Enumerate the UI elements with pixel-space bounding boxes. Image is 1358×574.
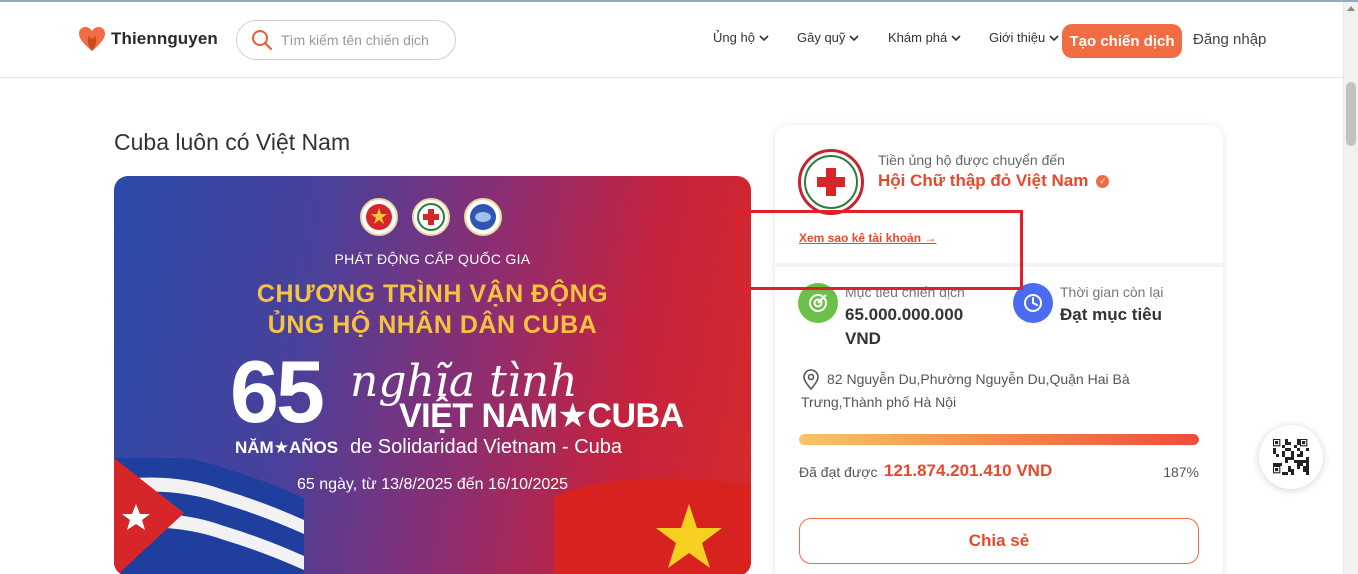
nav-gay-quy[interactable]: Gây quỹ	[797, 30, 859, 45]
raised-value: 121.874.201.410 VND	[884, 461, 1053, 480]
org-name: Hội Chữ thập đỏ Việt Nam	[878, 171, 1089, 190]
org-name-link[interactable]: Hội Chữ thập đỏ Việt Nam ✓	[878, 171, 1110, 191]
chevron-down-icon	[759, 34, 769, 41]
donation-card: Tiền ủng hộ được chuyển đến Hội Chữ thập…	[775, 125, 1223, 574]
heart-logo-icon	[79, 27, 105, 51]
transfer-label: Tiền ủng hộ được chuyển đến	[878, 152, 1065, 168]
chevron-down-icon	[951, 34, 961, 41]
progress-fill	[799, 434, 1199, 445]
nav-kham-pha[interactable]: Khám phá	[888, 30, 961, 45]
nav-gioi-thieu[interactable]: Giới thiệu	[989, 30, 1059, 45]
campaign-title: Cuba luôn có Việt Nam	[114, 129, 351, 155]
nav-gay-quy-label: Gây quỹ	[797, 30, 846, 45]
red-cross-emblem-icon	[412, 198, 450, 236]
create-campaign-button[interactable]: Tạo chiến dịch	[1062, 24, 1182, 58]
banner-kicker: PHÁT ĐỘNG CẤP QUỐC GIA	[334, 251, 531, 267]
location-pin-icon	[803, 369, 819, 391]
banner-headline-1: CHƯƠNG TRÌNH VẬN ĐỘNG	[256, 280, 609, 308]
progress-bar	[799, 434, 1199, 445]
address-line-2: Trưng,Thành phố Hà Nội	[801, 394, 957, 410]
time-value: Đạt mục tiêu	[1060, 305, 1163, 324]
site-header: Thiennguyen Ủng hộ Gây quỹ Khám phá Giới…	[0, 2, 1343, 78]
banner-spanish: de Solidaridad Vietnam - Cuba	[350, 436, 623, 458]
scroll-up-arrow-icon[interactable]	[1347, 6, 1355, 11]
campaign-banner-image: PHÁT ĐỘNG CẤP QUỐC GIA CHƯƠNG TRÌNH VẬN …	[114, 176, 751, 574]
banner-logos	[360, 198, 502, 236]
address-line-1: 82 Nguyễn Du,Phường Nguyễn Du,Quận Hai B…	[827, 371, 1130, 387]
target-value: 65.000.000.000	[845, 305, 964, 324]
target-currency: VND	[845, 329, 881, 348]
nav-kham-pha-label: Khám phá	[888, 30, 948, 45]
chevron-down-icon	[849, 34, 859, 41]
search-icon	[252, 30, 273, 51]
share-button[interactable]: Chia sẻ	[799, 518, 1199, 564]
raised-label: Đã đạt được	[799, 464, 878, 480]
site-logo[interactable]: Thiennguyen	[78, 26, 218, 52]
search-box[interactable]	[236, 20, 456, 60]
org-avatar[interactable]	[798, 149, 864, 215]
verified-icon: ✓	[1096, 174, 1110, 188]
red-cross-logo-icon	[804, 155, 858, 209]
time-label: Thời gian còn lại	[1060, 284, 1164, 300]
search-input[interactable]	[281, 32, 441, 48]
banner-headline-2: ỦNG HỘ NHÂN DÂN CUBA	[267, 311, 598, 339]
banner-dates: 65 ngày, từ 13/8/2025 đến 16/10/2025	[296, 476, 569, 493]
chevron-down-icon	[1049, 34, 1059, 41]
login-link[interactable]: Đăng nhập	[1193, 31, 1266, 48]
front-emblem-icon	[360, 198, 398, 236]
page-scrollbar[interactable]	[1343, 2, 1358, 574]
scroll-thumb[interactable]	[1346, 82, 1356, 146]
qr-code-icon	[1273, 439, 1309, 475]
banner-number: 65	[230, 342, 325, 441]
friendship-emblem-icon	[464, 198, 502, 236]
nav-ung-ho-label: Ủng hộ	[713, 30, 755, 45]
logo-text: Thiennguyen	[111, 29, 218, 48]
nav-ung-ho[interactable]: Ủng hộ	[713, 30, 769, 45]
banner-countries: VIỆT NAM★CUBA	[399, 397, 684, 435]
progress-percent: 187%	[1163, 464, 1199, 480]
banner-years: NĂM★AÑOS	[235, 438, 339, 457]
highlight-annotation-box	[737, 210, 1023, 290]
qr-code-button[interactable]	[1259, 425, 1323, 489]
address-block: 82 Nguyễn Du,Phường Nguyễn Du,Quận Hai B…	[801, 368, 1181, 414]
address-text: 82 Nguyễn Du,Phường Nguyễn Du,Quận Hai B…	[801, 368, 1130, 414]
nav-gioi-thieu-label: Giới thiệu	[989, 30, 1046, 45]
